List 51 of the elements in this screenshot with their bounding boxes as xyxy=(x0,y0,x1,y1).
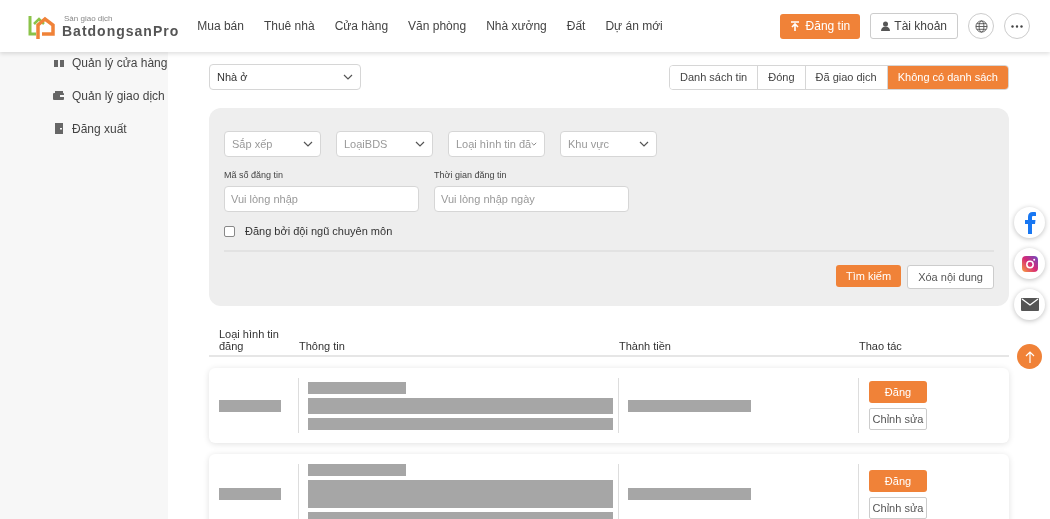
user-icon xyxy=(881,21,891,31)
category-select[interactable]: Nhà ở xyxy=(209,64,361,90)
column-header: Thông tin xyxy=(299,340,346,354)
checkbox[interactable] xyxy=(224,225,235,237)
column-header: Thành tiền xyxy=(619,340,672,354)
scroll-top-button[interactable] xyxy=(1017,344,1042,369)
arrow-up-icon xyxy=(1024,350,1035,363)
more-icon xyxy=(1011,24,1023,28)
nav-link[interactable]: Mua bán xyxy=(197,19,244,33)
checkbox-label[interactable]: Đăng bởi đội ngũ chuyên môn xyxy=(245,225,393,237)
chevron-down-icon xyxy=(531,141,537,147)
email-button[interactable] xyxy=(1014,289,1045,320)
facebook-icon xyxy=(1023,211,1036,234)
nav-link[interactable]: Dự án mới xyxy=(605,19,663,33)
account-button[interactable]: Tài khoản xyxy=(870,13,958,39)
sidebar-item[interactable]: Đăng xuất xyxy=(72,121,127,136)
facebook-button[interactable] xyxy=(1014,207,1045,238)
field-label: Thời gian đăng tin xyxy=(434,170,508,180)
more-button[interactable] xyxy=(1004,13,1030,39)
chevron-down-icon xyxy=(415,141,425,147)
nav-link[interactable]: Nhà xưởng xyxy=(486,19,547,33)
logo-text[interactable]: BatdongsanPro xyxy=(62,22,180,39)
input-field[interactable]: Vui lòng nhập ngày xyxy=(434,186,629,212)
nav-link[interactable]: Cửa hàng xyxy=(334,19,389,33)
globe-icon xyxy=(974,19,988,33)
instagram-button[interactable] xyxy=(1014,248,1045,279)
chevron-down-icon xyxy=(639,141,649,147)
nav-link[interactable]: Thuê nhà xyxy=(263,19,315,33)
field-label: Mã số đăng tin xyxy=(224,170,285,180)
nav-link[interactable]: Đất xyxy=(566,19,586,33)
chevron-down-icon xyxy=(303,141,313,147)
chevron-down-icon xyxy=(343,74,353,80)
column-header: Thao tác xyxy=(859,340,903,354)
language-button[interactable] xyxy=(968,13,994,39)
upload-icon xyxy=(789,20,800,32)
wallet-icon xyxy=(53,91,64,100)
logo-tagline: Sàn giao dịch xyxy=(64,13,114,23)
instagram-icon xyxy=(1021,255,1038,272)
nav-link[interactable]: Văn phòng xyxy=(408,19,467,33)
door-icon xyxy=(54,123,63,134)
skeleton-bar xyxy=(219,488,281,500)
sidebar-item[interactable]: Quản lý cửa hàng xyxy=(72,55,168,70)
column-header: Loại hình tin đăng xyxy=(219,328,280,354)
skeleton-bar xyxy=(219,399,281,412)
clear-button[interactable]: Xóa nội dung xyxy=(907,265,994,289)
mail-icon xyxy=(1020,298,1039,311)
store-icon xyxy=(53,58,64,67)
edit-button[interactable]: Chỉnh sửa xyxy=(869,496,927,519)
input-field[interactable]: Vui lòng nhập xyxy=(224,186,419,212)
edit-button[interactable]: Chỉnh sửa xyxy=(869,408,927,430)
sidebar-item[interactable]: Quản lý giao dịch xyxy=(72,88,165,103)
